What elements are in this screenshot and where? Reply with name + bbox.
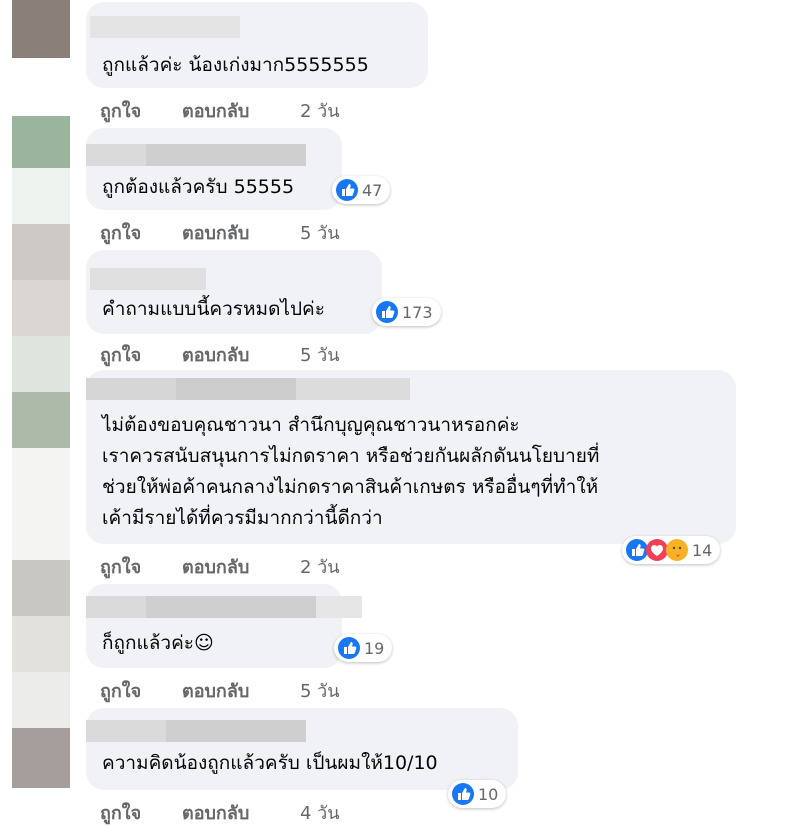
reaction-summary[interactable]: 14 [622,536,721,564]
like-link[interactable]: ถูกใจ [100,96,141,125]
like-icon [452,783,474,805]
comment-text: ไม่ต้องขอบคุณชาวนา สำนึกบุญคุณชาวนาหรอกค… [102,414,600,529]
care-icon [666,539,688,561]
avatar-column [12,0,70,827]
reply-link[interactable]: ตอบกลับ [182,798,249,827]
like-link[interactable]: ถูกใจ [100,218,141,247]
timestamp[interactable]: 5 วัน [300,676,340,705]
avatar[interactable] [12,116,70,168]
reaction-summary[interactable]: 10 [448,780,507,808]
comment-text: ก็ถูกแล้วค่ะ☺ [102,632,214,654]
avatar[interactable] [12,224,70,280]
commenter-name-redacted[interactable] [90,16,240,38]
like-link[interactable]: ถูกใจ [100,340,141,369]
reaction-count: 10 [478,784,499,804]
love-icon [646,539,668,561]
comment-text: ถูกต้องแล้วครับ 55555 [102,176,295,198]
avatar[interactable] [12,560,70,616]
reaction-count: 47 [362,180,383,200]
comment-text: ถูกแล้วค่ะ น้องเก่งมาก5555555 [102,54,369,76]
timestamp[interactable]: 2 วัน [300,96,340,125]
like-icon [338,637,360,659]
commenter-name-redacted[interactable] [86,720,306,742]
timestamp[interactable]: 5 วัน [300,218,340,247]
reaction-summary[interactable]: 47 [332,176,391,204]
reply-link[interactable]: ตอบกลับ [182,96,249,125]
like-link[interactable]: ถูกใจ [100,552,141,581]
avatar[interactable] [12,392,70,448]
timestamp[interactable]: 2 วัน [300,552,340,581]
timestamp[interactable]: 5 วัน [300,340,340,369]
like-link[interactable]: ถูกใจ [100,676,141,705]
comment-bubble: ถูกแล้วค่ะ น้องเก่งมาก5555555 [86,2,428,88]
avatar[interactable] [12,0,70,58]
commenter-name-redacted[interactable] [86,378,410,400]
reaction-count: 14 [692,540,713,560]
reply-link[interactable]: ตอบกลับ [182,676,249,705]
commenter-name-redacted[interactable] [86,596,362,618]
comment-text: ความคิดน้องถูกแล้วครับ เป็นผมให้10/10 [102,752,438,774]
comment-bubble: ถูกต้องแล้วครับ 55555 [86,128,342,210]
comment-bubble: ความคิดน้องถูกแล้วครับ เป็นผมให้10/10 [86,708,518,790]
like-icon [376,301,398,323]
commenter-name-redacted[interactable] [86,144,306,166]
reply-link[interactable]: ตอบกลับ [182,552,249,581]
reply-link[interactable]: ตอบกลับ [182,218,249,247]
reply-link[interactable]: ตอบกลับ [182,340,249,369]
commenter-name-redacted[interactable] [90,268,206,290]
comment-bubble: ไม่ต้องขอบคุณชาวนา สำนึกบุญคุณชาวนาหรอกค… [86,370,736,544]
avatar[interactable] [12,728,70,788]
comment-bubble: ก็ถูกแล้วค่ะ☺ [86,584,362,668]
reaction-summary[interactable]: 19 [334,634,393,662]
reaction-summary[interactable]: 173 [372,298,441,326]
comment-bubble: คำถามแบบนี้ควรหมดไปค่ะ [86,250,382,334]
reaction-count: 19 [364,638,385,658]
like-icon [626,539,648,561]
like-icon [336,179,358,201]
like-link[interactable]: ถูกใจ [100,798,141,827]
timestamp[interactable]: 4 วัน [300,798,340,827]
reaction-count: 173 [402,302,433,322]
comment-text: คำถามแบบนี้ควรหมดไปค่ะ [102,298,325,320]
